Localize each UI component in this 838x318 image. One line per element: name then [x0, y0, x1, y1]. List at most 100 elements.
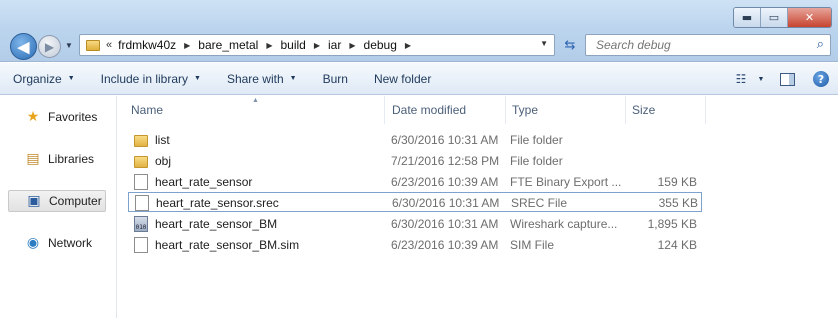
sidebar-item-computer[interactable]: ▣ Computer — [8, 190, 106, 212]
file-date: 6/30/2016 10:31 AM — [391, 133, 499, 147]
library-icon: ▤ — [26, 151, 40, 167]
address-overflow-button[interactable]: « — [106, 39, 112, 51]
folder-icon — [134, 134, 148, 147]
file-type: Wireshark capture... — [510, 217, 618, 231]
address-dropdown-button[interactable]: ▼ — [540, 39, 548, 48]
star-icon: ★ — [26, 109, 40, 125]
change-view-icon[interactable]: ☷ — [730, 67, 752, 91]
refresh-button[interactable]: ⇆ — [558, 34, 582, 56]
file-name: heart_rate_sensor_BM — [155, 217, 278, 231]
breadcrumb-label: debug — [363, 38, 397, 52]
folder-icon — [134, 155, 148, 168]
file-type: SIM File — [510, 238, 555, 252]
sidebar-item-network[interactable]: ◉ Network — [8, 232, 106, 254]
file-type: File folder — [510, 154, 563, 168]
preview-pane-button[interactable] — [770, 67, 804, 91]
file-size: 1,895 KB — [647, 217, 697, 231]
folder-icon — [86, 39, 100, 51]
file-row[interactable]: heart_rate_sensor.srec 6/30/2016 10:31 A… — [128, 192, 702, 212]
file-row[interactable]: 010 heart_rate_sensor_BM 6/30/2016 10:31 … — [128, 214, 702, 234]
network-icon: ◉ — [26, 235, 40, 251]
chevron-right-icon[interactable]: ▶ — [349, 41, 355, 50]
column-header-size[interactable]: Size — [626, 96, 706, 124]
sidebar-item-favorites[interactable]: ★ Favorites — [8, 106, 106, 128]
close-button[interactable]: ✕ — [788, 8, 831, 27]
column-header-type[interactable]: Type — [506, 96, 626, 124]
search-icon[interactable]: ⌕ — [817, 37, 824, 52]
search-box[interactable]: ⌕ — [585, 34, 831, 56]
file-name: obj — [155, 154, 172, 168]
forward-button[interactable]: ▶ — [38, 35, 61, 58]
breadcrumb-label: iar — [328, 38, 342, 52]
back-arrow-icon: ◀ — [17, 38, 30, 56]
organize-label: Organize — [13, 71, 62, 86]
wireshark-capture-icon: 010 — [134, 216, 148, 232]
forward-arrow-icon: ▶ — [44, 39, 55, 54]
sidebar-item-libraries[interactable]: ▤ Libraries — [8, 148, 106, 170]
file-date: 7/21/2016 12:58 PM — [391, 154, 500, 168]
include-in-library-button[interactable]: Include in library ▼ — [88, 67, 214, 91]
file-name-cell: heart_rate_sensor.srec — [132, 193, 382, 213]
share-with-button[interactable]: Share with ▼ — [214, 67, 310, 91]
file-date: 6/23/2016 10:39 AM — [391, 238, 499, 252]
view-options-dropdown[interactable]: ▼ — [752, 67, 770, 91]
file-date: 6/30/2016 10:31 AM — [392, 196, 500, 210]
chevron-right-icon[interactable]: ▶ — [405, 41, 411, 50]
file-date: 6/23/2016 10:39 AM — [391, 175, 499, 189]
file-row[interactable]: heart_rate_sensor_BM.sim 6/23/2016 10:39… — [128, 235, 702, 255]
minimize-button[interactable]: ▬ — [734, 8, 761, 27]
column-header-name[interactable]: Name — [125, 96, 385, 124]
recent-pages-dropdown[interactable]: ▼ — [65, 41, 73, 50]
preview-pane-icon — [779, 72, 795, 86]
breadcrumb-label: build — [280, 38, 306, 52]
command-bar: Organize ▼ Include in library ▼ Share with… — [0, 63, 838, 95]
file-icon — [134, 237, 148, 253]
explorer-window: ▬ ▭ ✕ ◀ ▶ ▼ « frdmkw40z ▶ bare_metal ▶ bui… — [0, 0, 838, 318]
chevron-down-icon: ▼ — [194, 75, 201, 82]
new-folder-button[interactable]: New folder — [361, 67, 444, 91]
breadcrumb-debug[interactable]: debug ▶ — [364, 38, 420, 52]
file-icon — [135, 195, 149, 211]
file-name-cell: heart_rate_sensor — [131, 172, 381, 192]
sidebar-item-label: Favorites — [48, 110, 98, 124]
breadcrumb-frdmkw40z[interactable]: frdmkw40z ▶ — [118, 38, 198, 52]
breadcrumb-bare-metal[interactable]: bare_metal ▶ — [198, 38, 280, 52]
maximize-button[interactable]: ▭ — [761, 8, 788, 27]
chevron-right-icon[interactable]: ▶ — [314, 41, 320, 50]
sidebar-item-label: Network — [48, 236, 93, 250]
file-row[interactable]: list 6/30/2016 10:31 AM File folder — [128, 130, 702, 150]
file-name: list — [155, 133, 170, 147]
file-row[interactable]: heart_rate_sensor 6/23/2016 10:39 AM FTE… — [128, 172, 702, 192]
caption-buttons: ▬ ▭ ✕ — [733, 7, 832, 28]
breadcrumb-build[interactable]: build ▶ — [281, 38, 329, 52]
chevron-right-icon[interactable]: ▶ — [184, 41, 190, 50]
breadcrumb-label: bare_metal — [198, 38, 259, 52]
burn-button[interactable]: Burn — [310, 67, 361, 91]
search-input[interactable] — [594, 37, 804, 53]
file-name-cell: 010 heart_rate_sensor_BM — [131, 214, 381, 234]
back-button[interactable]: ◀ — [10, 33, 37, 60]
help-button[interactable]: ? — [804, 67, 838, 91]
share-with-label: Share with — [226, 71, 284, 86]
help-icon: ? — [813, 71, 829, 87]
chevron-right-icon[interactable]: ▶ — [266, 41, 272, 50]
navigation-pane: ★ Favorites ▤ Libraries ▣ Computer ◉ Net… — [0, 96, 117, 318]
breadcrumb-label: frdmkw40z — [118, 38, 177, 52]
file-icon — [134, 174, 148, 190]
title-bar: ▬ ▭ ✕ ◀ ▶ ▼ « frdmkw40z ▶ bare_metal ▶ bui… — [0, 0, 838, 62]
column-header-date-modified[interactable]: Date modified — [386, 96, 506, 124]
file-type: File folder — [510, 133, 563, 147]
file-name-cell: heart_rate_sensor_BM.sim — [131, 235, 381, 255]
file-name-cell: list — [131, 130, 381, 150]
sidebar-item-label: Libraries — [48, 152, 95, 166]
sidebar-item-label: Computer — [49, 194, 102, 208]
include-in-library-label: Include in library — [100, 71, 189, 86]
file-date: 6/30/2016 10:31 AM — [391, 217, 499, 231]
breadcrumb-iar[interactable]: iar ▶ — [328, 38, 364, 52]
organize-button[interactable]: Organize ▼ — [0, 67, 88, 91]
file-type: SREC File — [511, 196, 568, 210]
file-row[interactable]: obj 7/21/2016 12:58 PM File folder — [128, 151, 702, 171]
address-bar[interactable]: « frdmkw40z ▶ bare_metal ▶ build ▶ iar ▶ deb… — [79, 34, 555, 56]
view-controls: ☷ ▼ ? — [730, 67, 838, 91]
file-type: FTE Binary Export ... — [510, 175, 622, 189]
